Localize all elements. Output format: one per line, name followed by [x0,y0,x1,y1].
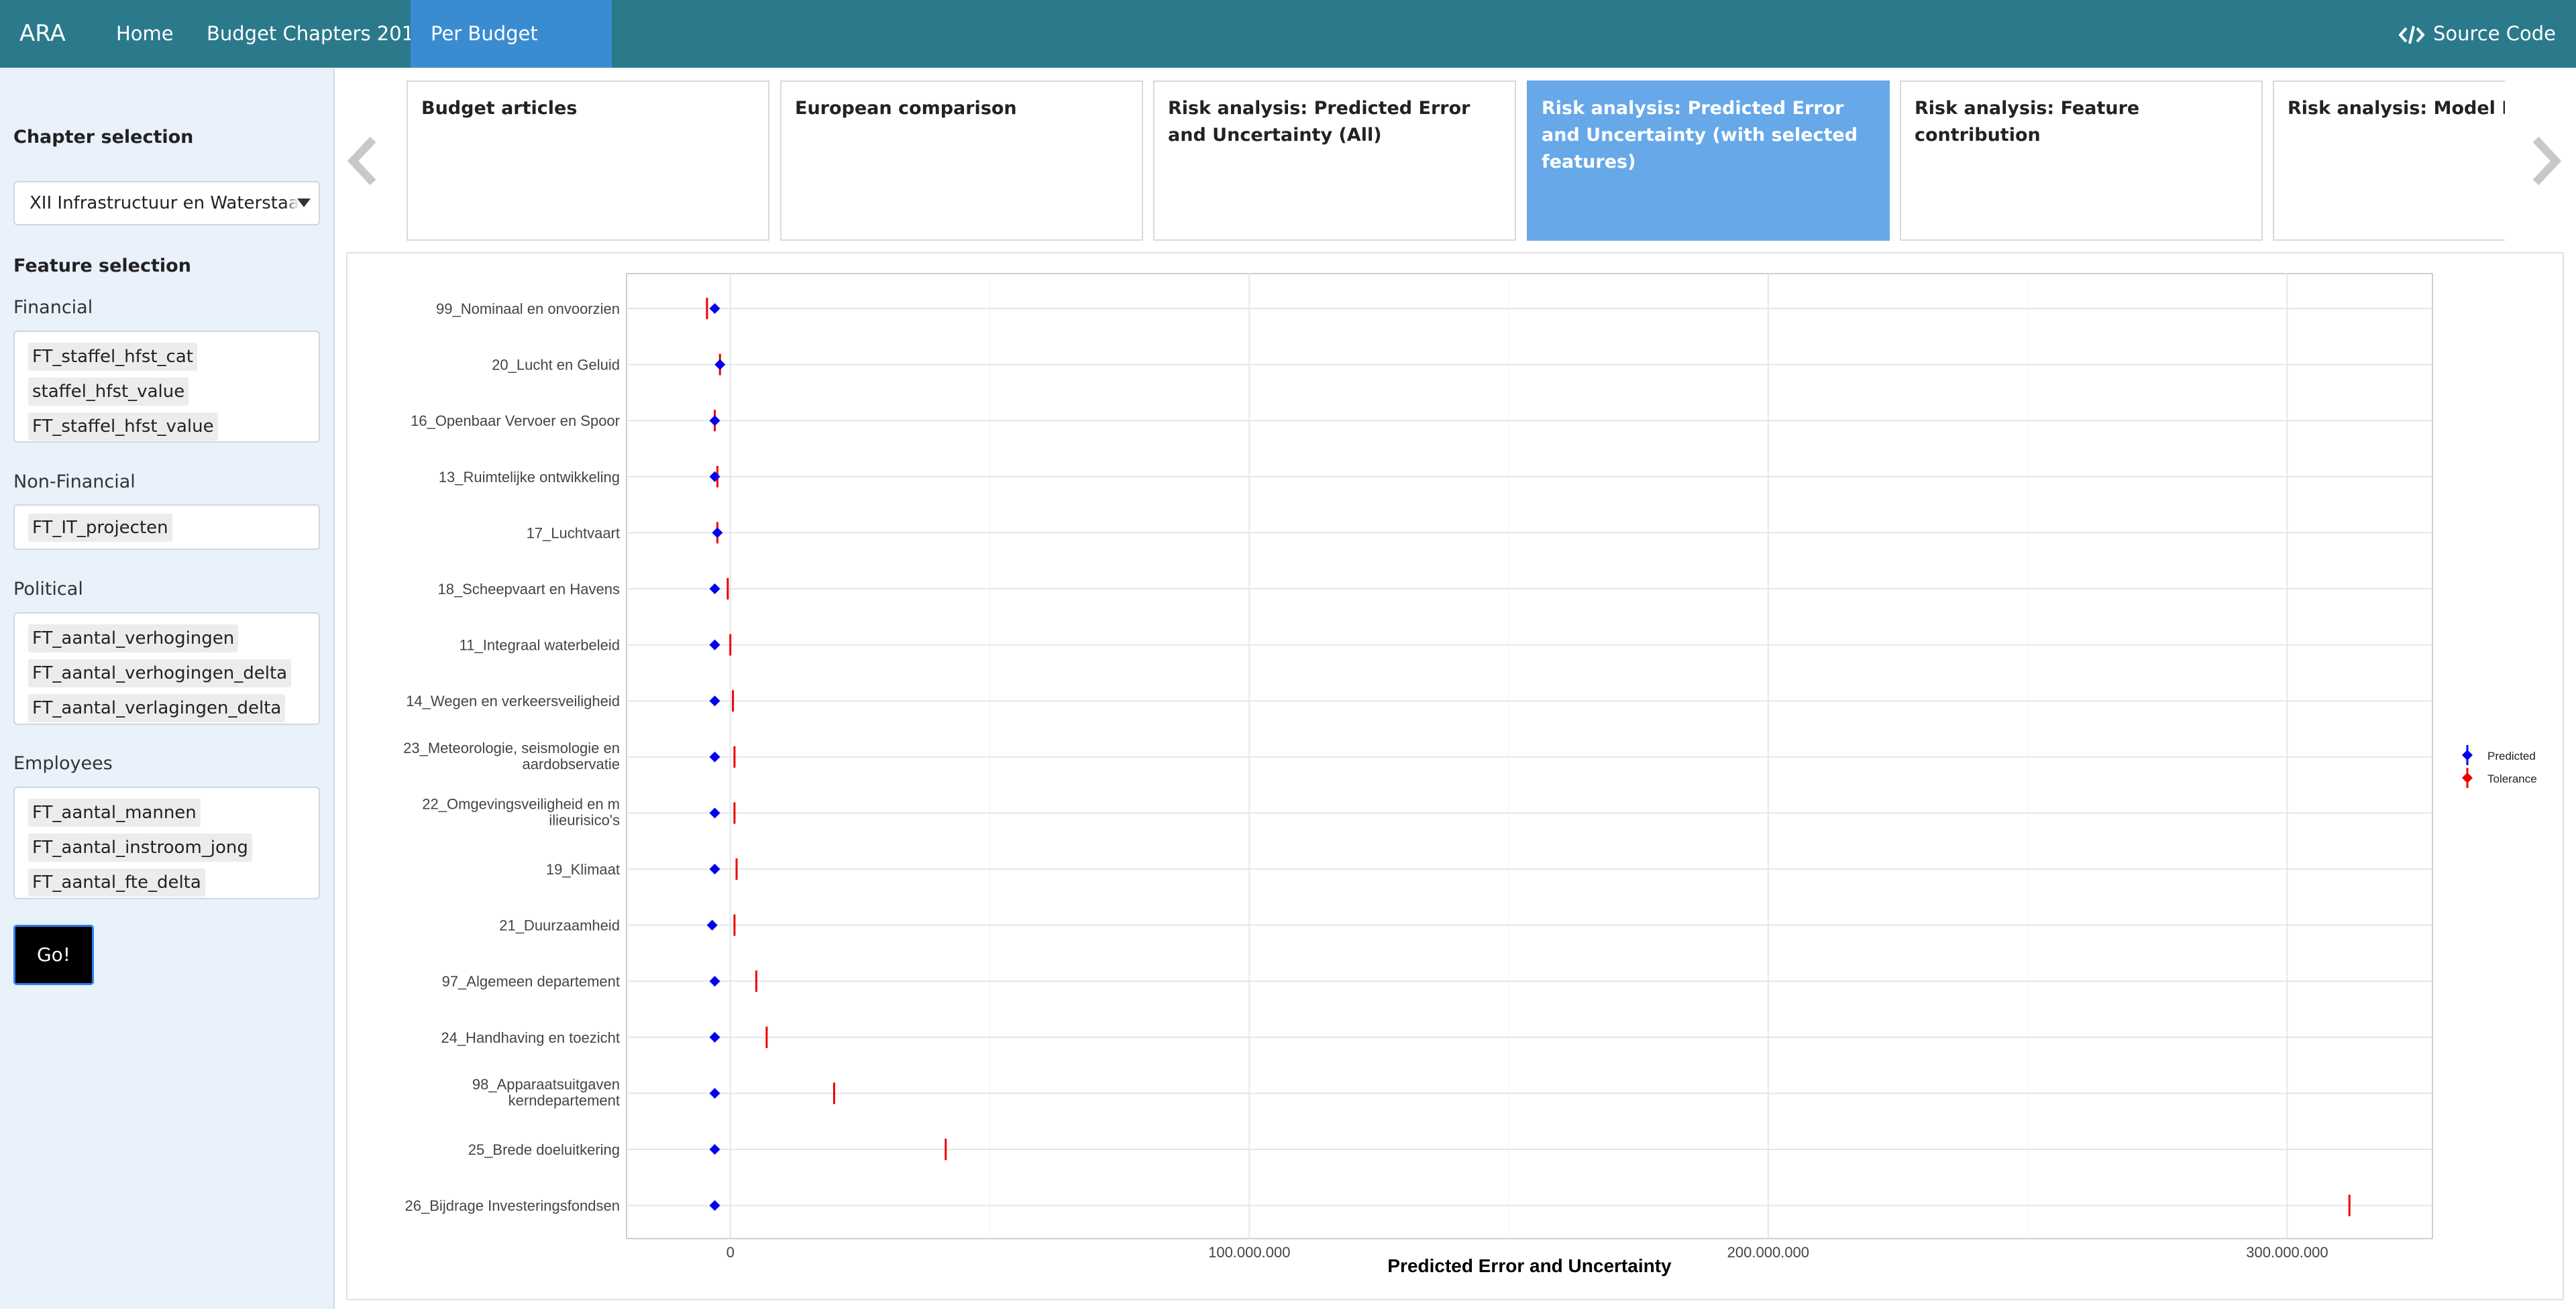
legend-predicted-diamond [2462,750,2473,760]
chevron-right-icon[interactable] [2529,134,2563,188]
feature-chip[interactable]: FT_aantal_verlagingen_delta [28,694,286,722]
legend-predicted-label: Predicted [2487,750,2536,762]
nav-home[interactable]: Home [96,0,194,68]
y-tick-label: 97_Algemeen departement [442,973,620,990]
tab-model-performance[interactable]: Risk analysis: Model Perfo [2273,80,2505,241]
y-tick-labels: 99_Nominaal en onvoorzien 20_Lucht en Gel… [403,300,620,1214]
y-tick-label: 25_Brede doeluitkering [468,1141,620,1158]
legend-tolerance-diamond [2462,773,2473,783]
predicted-error-chart: 99_Nominaal en onvoorzien 20_Lucht en Gel… [403,273,2537,1276]
code-icon [2398,25,2425,44]
tab-carousel: Budget articles European comparison Risk… [407,80,2505,242]
chapter-selection-heading: Chapter selection [13,127,194,148]
y-tick-label: 23_Meteorologie, seismologie en aardobser… [403,740,620,773]
nav-per-budget-chapter[interactable]: Per Budget chapter [411,0,612,113]
chapter-select-value: XII Infrastructuur en Waterstaat [30,193,307,213]
sidebar: Chapter selection XII Infrastructuur en … [0,68,335,1309]
chapter-select[interactable]: XII Infrastructuur en Waterstaat [13,181,320,225]
legend-tolerance-label: Tolerance [2487,773,2537,785]
x-tick-label: 100.000.000 [1208,1244,1290,1261]
plot-panel: 99_Nominaal en onvoorzien 20_Lucht en Gel… [346,252,2564,1300]
y-tick-label: 17_Luchtvaart [527,524,620,541]
y-tick-label: 18_Scheepvaart en Havens [437,581,620,597]
caret-down-icon [297,198,311,207]
source-code-link[interactable]: Source Code [2398,0,2556,68]
non-financial-select[interactable]: FT_IT_projecten [13,504,320,550]
y-tick-label: 98_Apparaatsuitgaven kerndepartement [472,1076,620,1108]
employees-label: Employees [13,753,113,774]
go-button[interactable]: Go! [13,925,94,985]
y-tick-label: 16_Openbaar Vervoer en Spoor [411,412,620,429]
legend: Predicted Tolerance [2462,745,2537,788]
y-tick-label: 99_Nominaal en onvoorzien [436,300,620,317]
y-tick-label: 24_Handhaving en toezicht [441,1029,620,1046]
y-tick-label: 22_Omgevingsveiligheid en m ilieurisico's [422,795,620,828]
feature-chip[interactable]: FT_aantal_fte_delta [28,868,205,897]
x-tick-label: 300.000.000 [2246,1244,2328,1261]
tab-risk-selected-features[interactable]: Risk analysis: Predicted Error and Uncer… [1527,80,1890,241]
y-tick-label: 26_Bijdrage Investeringsfondsen [405,1198,620,1214]
non-financial-label: Non-Financial [13,471,136,492]
y-tick-label: 21_Duurzaamheid [499,917,620,934]
app-brand[interactable]: ARA [19,0,66,68]
y-tick-label: 19_Klimaat [546,861,620,878]
tab-risk-all[interactable]: Risk analysis: Predicted Error and Uncer… [1153,80,1516,241]
feature-chip[interactable]: FT_aantal_verhogingen [28,624,239,652]
financial-select[interactable]: FT_staffel_hfst_cat staffel_hfst_value F… [13,331,320,443]
feature-chip[interactable]: FT_aantal_instroom_jong [28,834,252,862]
y-tick-label: 11_Integraal waterbeleid [460,637,620,654]
x-tick-label: 200.000.000 [1727,1244,1809,1261]
feature-chip[interactable]: staffel_hfst_value [28,378,189,406]
feature-chip[interactable]: FT_aantal_verhogingen_delta [28,659,292,687]
feature-chip[interactable]: FT_staffel_hfst_cat [28,343,197,371]
top-navbar: ARA Home Budget Chapters 2018 Per Budget… [0,0,2576,113]
feature-chip[interactable]: FT_IT_projecten [28,514,172,542]
political-select[interactable]: FT_aantal_verhogingen FT_aantal_verhogin… [13,612,320,725]
employees-select[interactable]: FT_aantal_mannen FT_aantal_instroom_jong… [13,787,320,899]
y-tick-label: 14_Wegen en verkeersveiligheid [406,693,620,709]
political-label: Political [13,579,83,600]
feature-chip[interactable]: FT_staffel_hfst_value [28,412,218,441]
tab-feature-contribution[interactable]: Risk analysis: Feature contribution [1900,80,2263,241]
source-code-label: Source Code [2432,22,2556,45]
chevron-left-icon[interactable] [346,134,380,188]
feature-selection-heading: Feature selection [13,255,191,276]
x-axis-title: Predicted Error and Uncertainty [1387,1255,1672,1276]
x-tick-label: 0 [727,1244,735,1261]
y-tick-label: 13_Ruimtelijke ontwikkeling [439,469,620,486]
tab-budget-articles[interactable]: Budget articles [407,80,769,241]
financial-label: Financial [13,297,93,318]
tab-european-comparison[interactable]: European comparison [780,80,1143,241]
y-tick-label: 20_Lucht en Geluid [492,357,620,374]
feature-chip[interactable]: FT_aantal_mannen [28,799,201,827]
nav-budget-chapters-2018[interactable]: Budget Chapters 2018 [186,0,447,68]
